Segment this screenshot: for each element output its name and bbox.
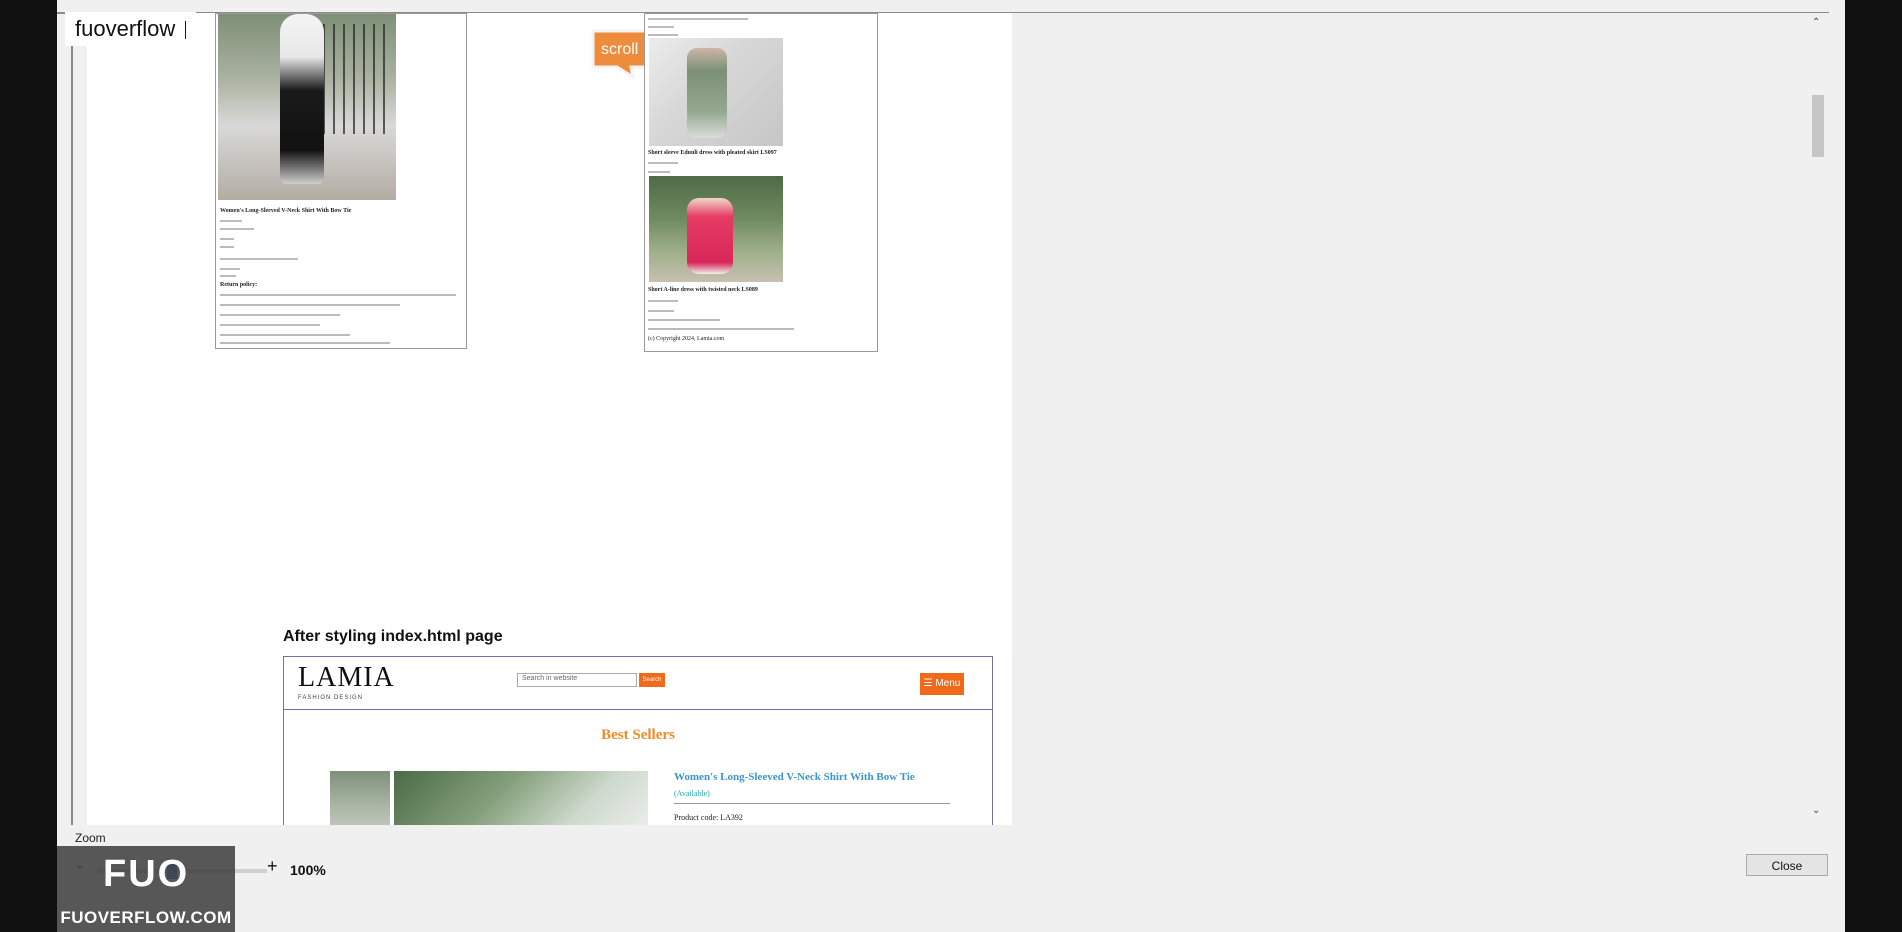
right-item2-title: Short A-line dress with twisted neck LS0… [648, 287, 758, 293]
scroll-up-icon[interactable]: ⌃ [1812, 17, 1820, 28]
lamia-product-title: Women's Long-Sleeved V-Neck Shirt With B… [674, 771, 915, 783]
fuo-url: FUOVERFLOW.COM [60, 908, 232, 927]
left-product-title: Women's Long-Sleeved V-Neck Shirt With B… [220, 208, 352, 214]
watermark-title: fuoverflow [65, 12, 197, 46]
scroll-callout-label: scroll [601, 41, 638, 58]
left-policy-line-1 [220, 294, 456, 296]
left-line-3 [220, 238, 234, 240]
right-line-top-1 [648, 18, 748, 20]
bottom-toolbar: Zoom - + 100% Close [57, 825, 1845, 932]
left-policy-line-4 [220, 324, 320, 326]
vertical-scrollbar[interactable]: ⌃ ⌄ [1807, 13, 1829, 825]
left-policy-heading: Return policy: [220, 282, 258, 288]
model-figure-green [687, 48, 727, 138]
watermark-title-text: fuoverflow [75, 16, 176, 41]
right-copyright: (c) Copyright 2024, Lamia.com [648, 336, 725, 342]
left-line-1 [220, 220, 242, 222]
zoom-value: 100% [290, 862, 326, 878]
lamia-header: LAMIA FASHION DESIGN Search in website S… [284, 657, 992, 710]
left-policy-line-5 [220, 334, 350, 336]
document-viewer[interactable]: Women's Long-Sleeved V-Neck Shirt With B… [71, 13, 1831, 825]
right-line-mid-1 [648, 162, 678, 164]
right-line-mid-2 [648, 171, 670, 173]
fuo-logo: FUO [103, 853, 190, 895]
left-line-5 [220, 258, 298, 260]
lamia-search-button: Search [639, 673, 665, 687]
right-line-bottom-4 [648, 328, 794, 330]
left-policy-line-6 [220, 342, 390, 344]
right-line-top-3 [648, 34, 678, 36]
model-figure-red [687, 198, 733, 274]
product-image-red-dress [649, 176, 783, 282]
lamia-divider [674, 803, 950, 804]
lamia-product-code: Product code: LA392 [674, 813, 743, 822]
railing-decoration [313, 24, 393, 134]
lamia-logo: LAMIA [298, 662, 395, 693]
lamia-logo-subtitle: FASHION DESIGN [298, 695, 364, 701]
left-policy-line-3 [220, 314, 340, 316]
text-cursor [185, 21, 187, 40]
product-image-green-dress [649, 38, 783, 146]
model-figure [280, 14, 324, 184]
right-item1-title: Short sleeve Eduuli dress with pleated s… [648, 150, 777, 156]
left-line-6 [220, 268, 240, 270]
zoom-label: Zoom [75, 831, 106, 845]
scrollbar-thumb[interactable] [1812, 95, 1824, 157]
product-image-woman-black-skirt [218, 14, 396, 200]
left-line-2 [220, 228, 254, 230]
lamia-thumbnail-image [330, 771, 390, 825]
lamia-search-input: Search in website [517, 673, 637, 687]
right-line-top-2 [648, 26, 674, 28]
close-button[interactable]: Close [1746, 854, 1828, 876]
unstyled-page-screenshot-right: Short sleeve Eduuli dress with pleated s… [644, 13, 878, 352]
lamia-best-sellers-heading: Best Sellers [601, 727, 675, 743]
section-heading: After styling index.html page [283, 628, 503, 645]
lamia-availability: (Available) [674, 789, 710, 798]
right-line-bottom-1 [648, 300, 678, 302]
left-policy-line-2 [220, 304, 400, 306]
left-line-7 [220, 275, 236, 277]
viewer-empty-area [1012, 13, 1831, 825]
zoom-in-button[interactable]: + [267, 856, 278, 877]
left-line-4 [220, 246, 234, 248]
lamia-menu-button: ☰ Menu [920, 673, 964, 695]
unstyled-page-screenshot-left: Women's Long-Sleeved V-Neck Shirt With B… [215, 13, 467, 349]
styled-page-screenshot: LAMIA FASHION DESIGN Search in website S… [283, 656, 993, 825]
lamia-main-image [394, 771, 648, 825]
dialog-window: Women's Long-Sleeved V-Neck Shirt With B… [57, 0, 1845, 932]
document-page: Women's Long-Sleeved V-Neck Shirt With B… [87, 13, 1012, 825]
scroll-down-icon[interactable]: ⌄ [1812, 805, 1820, 816]
right-line-bottom-3 [648, 319, 720, 321]
right-line-bottom-2 [648, 310, 674, 312]
fuoverflow-badge: FUO FUOVERFLOW.COM [57, 846, 235, 932]
